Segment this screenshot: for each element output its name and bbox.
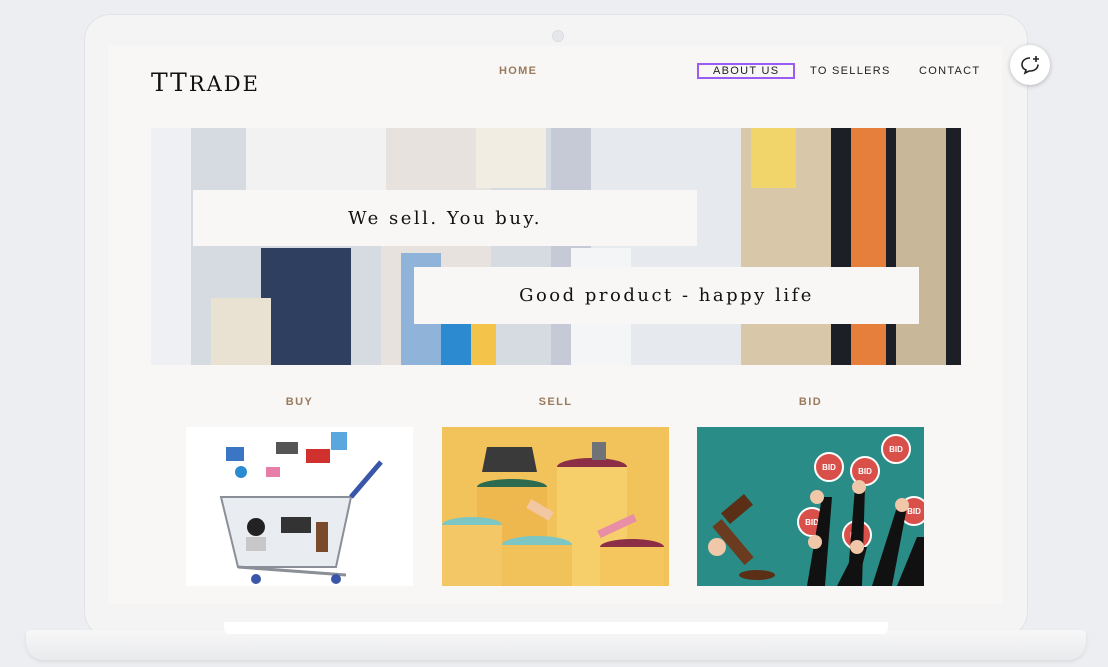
sell-image[interactable] (442, 427, 669, 586)
logo-big-text: TT (151, 68, 189, 97)
logo-small-text: RADE (188, 72, 260, 96)
bid-paddle-2: BID (858, 467, 872, 476)
bid-paddle-3: BID (889, 445, 903, 454)
buy-image[interactable] (186, 427, 413, 586)
nav-home[interactable]: HOME (485, 64, 551, 78)
site-logo[interactable]: TTRADE (151, 68, 260, 97)
bid-paddle-1: BID (822, 463, 836, 472)
nav-about-us[interactable]: ABOUT US (697, 63, 796, 79)
bid-paddle-6: BID (907, 507, 921, 516)
category-sell-label[interactable]: SELL (442, 396, 669, 408)
nav-to-sellers[interactable]: TO SELLERS (796, 64, 905, 78)
bid-image[interactable]: BID BID BID BID BID BID (697, 427, 924, 586)
laptop-notch (224, 622, 888, 634)
chat-button[interactable] (1010, 45, 1050, 85)
laptop-base (26, 630, 1086, 660)
category-bid-label[interactable]: BID (697, 396, 924, 408)
camera-icon (552, 30, 564, 42)
website-screen: TTRADE HOME ABOUT US TO SELLERS CONTACT (108, 46, 1002, 604)
hero-photo (151, 128, 961, 365)
bid-paddle-4: BID (805, 518, 819, 527)
hero-banner: We sell. You buy. Good product - happy l… (151, 128, 961, 365)
hero-headline: We sell. You buy. (193, 190, 697, 246)
hero-subheadline: Good product - happy life (414, 267, 919, 324)
nav-contact[interactable]: CONTACT (905, 64, 994, 78)
chat-add-icon (1021, 56, 1039, 75)
category-buy-label[interactable]: BUY (186, 396, 413, 408)
